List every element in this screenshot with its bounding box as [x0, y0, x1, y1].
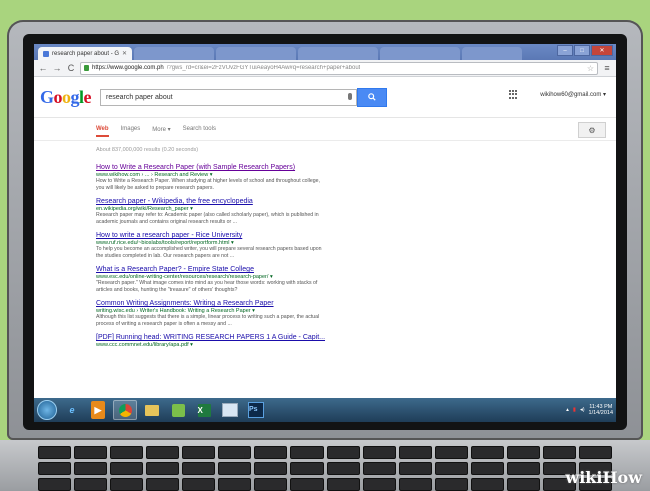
close-tab-icon[interactable]: ✕ — [122, 50, 127, 57]
result-stats: About 837,000,000 results (0.20 seconds) — [96, 147, 199, 153]
search-result: How to Write a Research Paper (with Samp… — [96, 164, 326, 192]
logo-letter: e — [83, 86, 92, 107]
result-snippet: Although this list suggests that there i… — [96, 314, 320, 327]
tab-more[interactable]: More ▾ — [152, 126, 170, 133]
google-logo[interactable]: Google — [40, 87, 92, 108]
account-menu[interactable]: wikihow60@gmail.com ▾ — [540, 91, 606, 98]
result-snippet: Research paper may refer to: Academic pa… — [96, 212, 319, 225]
result-title-link[interactable]: Research paper - Wikipedia, the free enc… — [96, 198, 326, 205]
tray-arrow-icon[interactable]: ▴ — [566, 407, 569, 413]
maximize-button[interactable]: □ — [574, 45, 590, 56]
logo-letter: g — [70, 86, 80, 107]
window-controls: – □ ✕ — [557, 45, 613, 56]
excel-icon[interactable]: X — [193, 401, 215, 419]
forward-arrow-icon[interactable]: → — [52, 63, 62, 73]
reload-icon[interactable]: C — [66, 63, 76, 73]
bookmark-star-icon[interactable]: ☆ — [587, 64, 594, 73]
search-result: Research paper - Wikipedia, the free enc… — [96, 198, 326, 226]
windows-taskbar: e ▶ X Ps ▴ ▮ ◂) 11:43 PM 1/14/2014 — [34, 398, 616, 422]
tab-background[interactable] — [216, 47, 297, 60]
search-icon — [368, 93, 376, 101]
tab-web[interactable]: Web — [96, 126, 109, 137]
tab-images[interactable]: Images — [121, 126, 141, 132]
logo-letter: o — [62, 86, 71, 107]
system-tray: ▴ ▮ ◂) 11:43 PM 1/14/2014 — [566, 404, 616, 416]
volume-icon[interactable]: ◂) — [580, 407, 585, 413]
browser-tab-bar: research paper about - G ✕ – □ ✕ — [34, 44, 616, 60]
close-window-button[interactable]: ✕ — [591, 45, 613, 56]
start-button[interactable] — [37, 400, 57, 420]
clock-date: 1/14/2014 — [588, 410, 613, 416]
search-result: What is a Research Paper? - Empire State… — [96, 266, 326, 294]
explorer-icon[interactable] — [219, 401, 241, 419]
tab-title: research paper about - G — [52, 50, 120, 57]
folder-icon[interactable] — [141, 401, 163, 419]
screen: research paper about - G ✕ – □ ✕ ← → C h… — [34, 44, 616, 422]
search-query: research paper about — [106, 93, 173, 101]
result-snippet: "Research paper." What image comes into … — [96, 280, 318, 293]
browser-toolbar: ← → C https://www.google.com.ph/?gws_rd=… — [34, 60, 616, 77]
tab-background[interactable] — [462, 47, 523, 60]
clock[interactable]: 11:43 PM 1/14/2014 — [589, 404, 613, 416]
result-title-link[interactable]: How to Write a Research Paper (with Samp… — [96, 164, 326, 171]
tab-background[interactable] — [298, 47, 379, 60]
photoshop-icon[interactable]: Ps — [245, 401, 267, 419]
result-title-link[interactable]: How to write a research paper - Rice Uni… — [96, 232, 326, 239]
result-title-link[interactable]: What is a Research Paper? - Empire State… — [96, 266, 326, 273]
url-host: https://www.google.com.ph — [92, 65, 164, 71]
tab-search-tools[interactable]: Search tools — [183, 126, 216, 132]
result-snippet: How to Write a Research Paper. When stud… — [96, 178, 320, 191]
google-favicon-icon — [43, 50, 49, 57]
settings-gear-button[interactable]: ⚙ — [578, 122, 606, 138]
result-url: www.ccc.commnet.edu/library/apa.pdf ▾ — [96, 342, 193, 348]
search-result: How to write a research paper - Rice Uni… — [96, 232, 326, 260]
result-snippet: To help you become an accomplished write… — [96, 246, 322, 259]
tab-background[interactable] — [134, 47, 215, 60]
wikihow-watermark: wikiHow — [565, 468, 642, 487]
search-button[interactable] — [357, 87, 387, 107]
google-header: Google research paper about wikihow60@gm… — [34, 77, 616, 118]
tab-active[interactable]: research paper about - G ✕ — [38, 47, 133, 60]
search-tabs: Web Images More ▾ Search tools ⚙ — [34, 118, 616, 141]
keyboard — [38, 446, 612, 491]
menu-icon[interactable]: ≡ — [602, 63, 612, 73]
result-title-link[interactable]: Common Writing Assignments: Writing a Re… — [96, 300, 326, 307]
network-icon[interactable]: ▮ — [573, 407, 576, 413]
search-result: [PDF] Running head: WRITING RESEARCH PAP… — [96, 334, 326, 348]
tab-background[interactable] — [380, 47, 461, 60]
media-player-icon[interactable]: ▶ — [91, 401, 105, 419]
apps-grid-icon[interactable] — [509, 90, 518, 99]
screen-bezel: research paper about - G ✕ – □ ✕ ← → C h… — [23, 34, 627, 430]
microphone-icon[interactable] — [348, 92, 352, 100]
logo-letter: G — [40, 86, 54, 107]
result-title-link[interactable]: [PDF] Running head: WRITING RESEARCH PAP… — [96, 334, 326, 341]
minimize-button[interactable]: – — [557, 45, 573, 56]
address-bar[interactable]: https://www.google.com.ph/?gws_rd=cr&ei=… — [80, 61, 598, 75]
url-path: /?gws_rd=cr&ei=2FzVUvzFGYTuiAeayoH4Aw#q=… — [166, 65, 361, 71]
search-results: How to Write a Research Paper (with Samp… — [34, 164, 616, 348]
chrome-icon[interactable] — [113, 400, 137, 420]
search-input[interactable]: research paper about — [100, 88, 357, 106]
search-result: Common Writing Assignments: Writing a Re… — [96, 300, 326, 328]
logo-letter: o — [53, 86, 63, 107]
winamp-icon[interactable] — [167, 401, 189, 419]
back-arrow-icon[interactable]: ← — [38, 63, 48, 73]
lock-icon — [84, 65, 89, 71]
laptop-lid: research paper about - G ✕ – □ ✕ ← → C h… — [7, 20, 643, 440]
ie-icon[interactable]: e — [61, 401, 83, 419]
